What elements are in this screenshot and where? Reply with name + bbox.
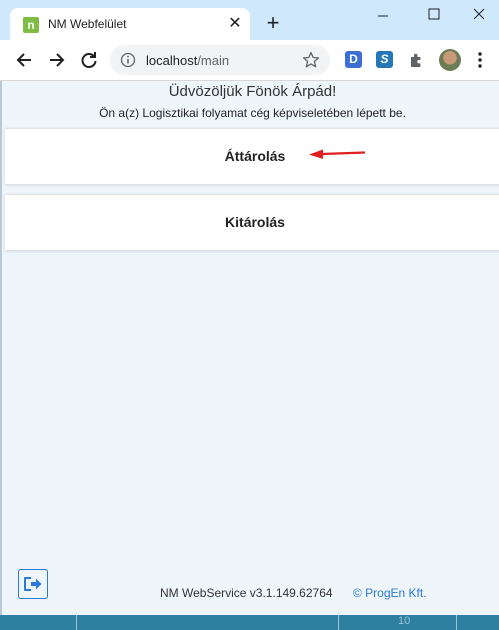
welcome-heading: Üdvözöljük Fönök Árpád! [168, 83, 337, 100]
browser-window: n NM Webfelület ✕ + localhost/main D S Ü… [0, 0, 499, 615]
new-tab-button[interactable]: + [262, 12, 284, 34]
logout-button[interactable] [18, 569, 48, 599]
window-close-icon[interactable] [464, 4, 494, 26]
url-host: localhost [146, 53, 198, 68]
browser-toolbar: localhost/main D S [0, 40, 499, 81]
url-path: /main [197, 53, 230, 68]
annotation-arrow-icon [309, 149, 366, 159]
favicon-icon: n [23, 17, 39, 33]
maximize-icon[interactable] [419, 4, 449, 26]
back-arrow-icon[interactable] [14, 50, 34, 70]
url-text: localhost/main [146, 53, 229, 68]
extensions-puzzle-icon[interactable] [408, 51, 425, 68]
menu-card-attarolas[interactable]: Áttárolás [5, 128, 499, 184]
extension-d-icon[interactable]: D [345, 51, 362, 68]
reload-icon[interactable] [79, 50, 99, 70]
bookmark-star-icon[interactable] [302, 51, 320, 69]
tab-nm-webfelulet[interactable]: n NM Webfelület ✕ [10, 8, 250, 40]
tab-close-icon[interactable]: ✕ [226, 15, 244, 33]
info-icon[interactable] [120, 52, 136, 68]
address-bar[interactable]: localhost/main [110, 45, 330, 75]
menu-dots-icon[interactable] [475, 50, 485, 70]
logout-icon [24, 577, 42, 591]
tab-title: NM Webfelület [48, 17, 127, 31]
version-text: NM WebService v3.1.149.62764 [160, 586, 333, 600]
desktop-divider [456, 615, 457, 630]
progen-link[interactable]: © ProgEn Kft. [353, 586, 427, 600]
forward-arrow-icon[interactable] [47, 50, 67, 70]
profile-avatar[interactable] [439, 49, 461, 71]
page-content: Üdvözöljük Fönök Árpád! Ön a(z) Logiszti… [0, 81, 499, 615]
desktop-text: 10 [398, 615, 411, 627]
menu-card-label: Kitárolás [225, 214, 285, 230]
company-subtitle: Ön a(z) Logisztikai folyamat cég képvise… [99, 106, 406, 120]
extension-s-icon[interactable]: S [376, 51, 393, 68]
desktop-divider [76, 615, 77, 630]
minimize-icon[interactable] [368, 4, 398, 26]
menu-card-kitarolas[interactable]: Kitárolás [5, 194, 499, 250]
tab-strip: n NM Webfelület ✕ + [0, 0, 499, 40]
menu-card-label: Áttárolás [224, 148, 286, 164]
desktop-divider [338, 615, 339, 630]
desktop-background [0, 615, 499, 630]
